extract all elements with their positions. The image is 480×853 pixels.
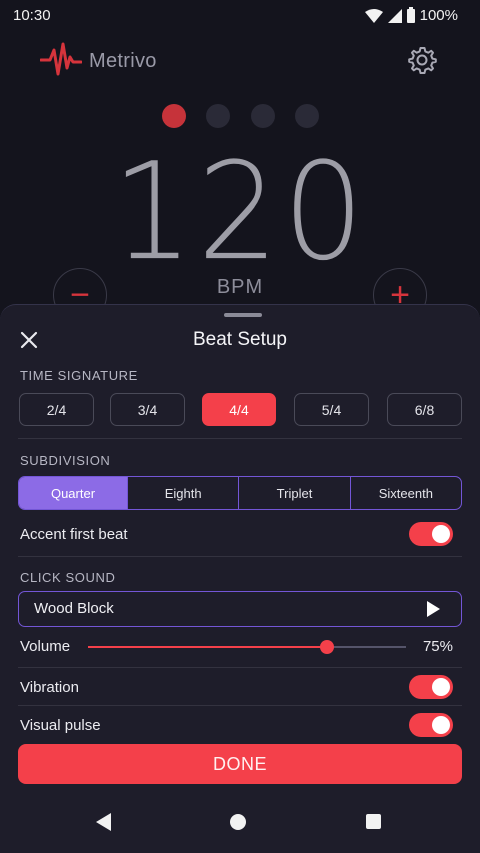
beat-indicator-1: [162, 104, 186, 128]
nav-back-icon[interactable]: [96, 813, 111, 831]
subdivision-quarter[interactable]: Quarter: [19, 477, 127, 509]
tempo-value: 120: [111, 134, 369, 291]
sheet-drag-handle[interactable]: [224, 313, 262, 317]
nav-recents-icon[interactable]: [366, 814, 381, 829]
settings-gear-icon[interactable]: [406, 44, 438, 76]
subdivision-segmented-control: Quarter Eighth Triplet Sixteenth: [18, 476, 462, 510]
battery-percent: 100%: [419, 7, 458, 24]
volume-slider-fill: [88, 646, 327, 648]
wifi-icon: [364, 8, 383, 23]
toggle-knob: [432, 678, 450, 696]
vibration-label: Vibration: [20, 679, 79, 696]
accent-first-beat-label: Accent first beat: [20, 526, 128, 543]
beat-indicator-3: [251, 104, 275, 128]
time-signature-4-4[interactable]: 4/4: [202, 393, 276, 426]
status-time: 10:30: [13, 7, 51, 24]
click-sound-value: Wood Block: [34, 600, 114, 617]
visual-pulse-toggle[interactable]: [409, 713, 453, 737]
subdivision-eighth[interactable]: Eighth: [127, 477, 238, 509]
nav-home-icon[interactable]: [230, 814, 246, 830]
time-signature-label: TIME SIGNATURE: [20, 368, 138, 383]
divider: [18, 705, 462, 706]
divider: [18, 556, 462, 557]
status-icons: 100%: [364, 6, 458, 24]
divider: [18, 667, 462, 668]
app-name: Metrivo: [89, 50, 157, 72]
click-sound-label: CLICK SOUND: [20, 570, 116, 585]
play-preview-icon[interactable]: [427, 601, 440, 617]
done-button[interactable]: DONE: [18, 744, 462, 784]
beat-indicator-4: [295, 104, 319, 128]
volume-value: 75%: [422, 638, 453, 655]
volume-slider-thumb[interactable]: [319, 640, 334, 654]
subdivision-triplet[interactable]: Triplet: [238, 477, 349, 509]
pulse-logo-icon: [40, 42, 82, 76]
time-signature-3-4[interactable]: 3/4: [110, 393, 185, 426]
battery-icon: [406, 6, 415, 23]
time-signature-6-8[interactable]: 6/8: [387, 393, 462, 426]
subdivision-sixteenth[interactable]: Sixteenth: [349, 477, 461, 509]
time-signature-5-4[interactable]: 5/4: [294, 393, 369, 426]
signal-icon: [387, 8, 402, 23]
toggle-knob: [432, 525, 450, 543]
subdivision-label: SUBDIVISION: [20, 453, 111, 468]
volume-label: Volume: [20, 638, 71, 655]
sheet-title: Beat Setup: [192, 329, 288, 350]
accent-first-beat-toggle[interactable]: [409, 522, 453, 546]
visual-pulse-label: Visual pulse: [20, 717, 101, 734]
vibration-toggle[interactable]: [409, 675, 453, 699]
divider: [18, 438, 462, 439]
time-signature-2-4[interactable]: 2/4: [19, 393, 94, 426]
toggle-knob: [432, 716, 450, 734]
beat-indicator-2: [206, 104, 230, 128]
